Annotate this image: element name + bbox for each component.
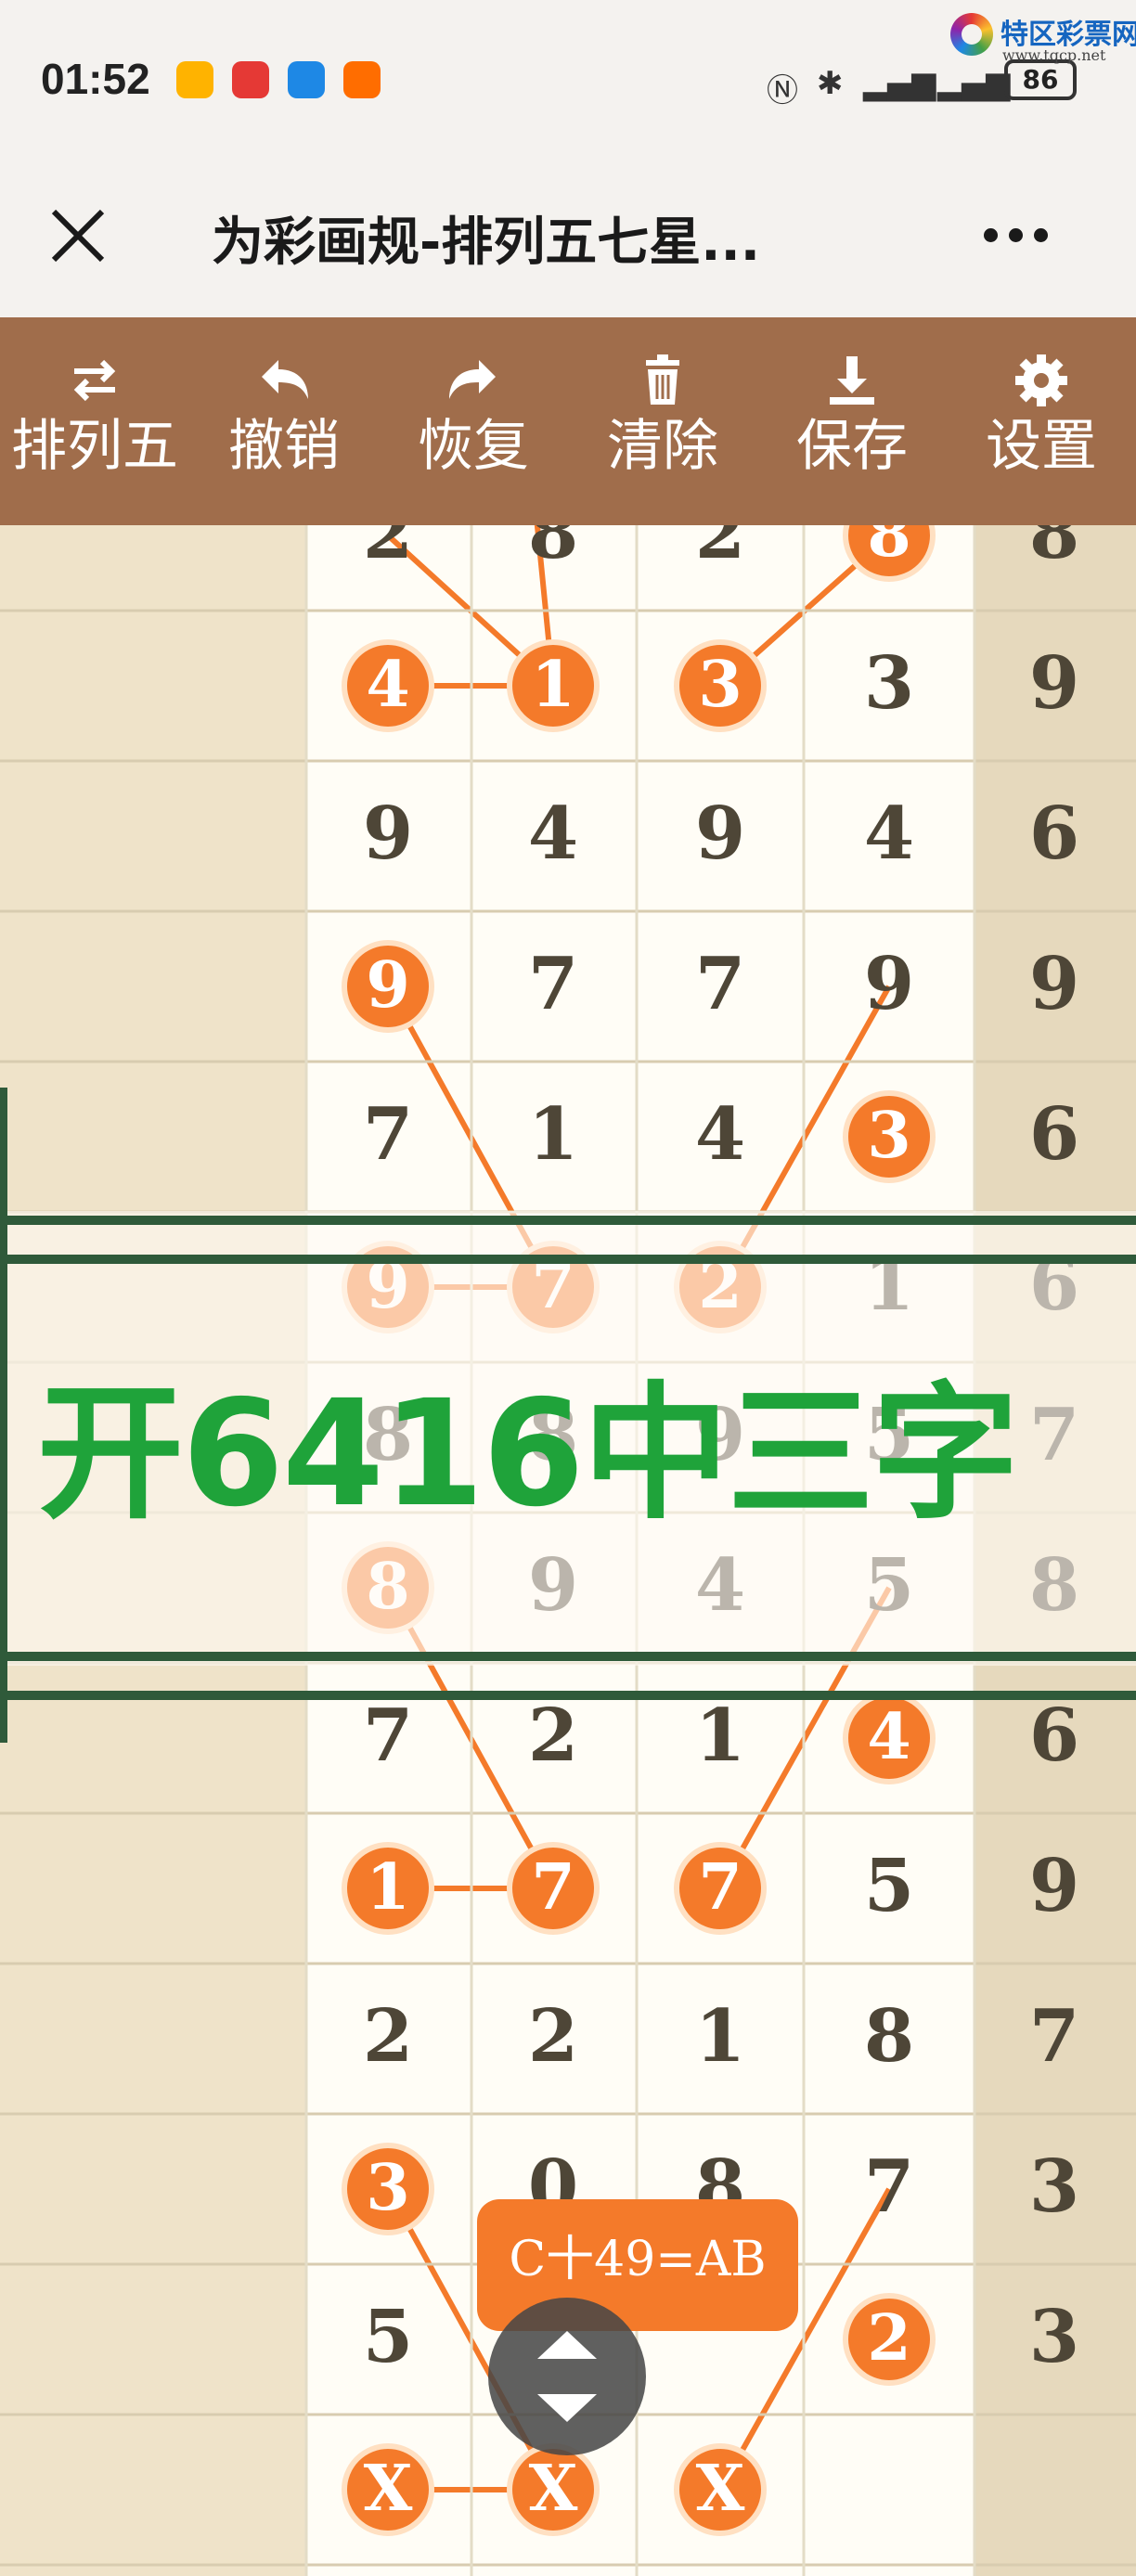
digit-cell[interactable]: 4: [488, 792, 618, 876]
digit-cell[interactable]: 8: [488, 525, 618, 575]
redo-button[interactable]: 恢复: [379, 317, 568, 525]
digit-cell[interactable]: 7: [323, 1092, 453, 1177]
digit-cell[interactable]: 2: [488, 1694, 618, 1778]
red-app-icon: [232, 61, 269, 98]
download-icon: [830, 356, 874, 405]
clear-button[interactable]: 清除: [568, 317, 757, 525]
lottery-type-label: 排列五: [11, 414, 178, 479]
circled-digit[interactable]: 1: [507, 639, 600, 732]
nfc-icon: Ⓝ: [767, 72, 798, 109]
digit-cell[interactable]: 6: [989, 1092, 1119, 1177]
band-line-bottom: [0, 1652, 1136, 1661]
title-bar: 为彩画规-排列五七星...: [0, 167, 1136, 317]
save-button[interactable]: 保存: [757, 317, 947, 525]
digit-cell[interactable]: 3: [989, 2295, 1119, 2379]
close-icon[interactable]: [45, 202, 111, 269]
digit-cell[interactable]: 3: [824, 641, 954, 726]
band-line-bottom-2: [0, 1691, 1136, 1700]
taobao-icon: [343, 61, 381, 98]
battery-indicator: 86: [1004, 59, 1077, 100]
digit-cell[interactable]: 2: [323, 1994, 453, 2079]
lottery-type-button[interactable]: 排列五: [0, 317, 189, 525]
digit-cell[interactable]: 1: [488, 1092, 618, 1177]
circled-digit[interactable]: 1: [342, 1842, 434, 1935]
digit-cell[interactable]: 8: [989, 525, 1119, 575]
digit-cell[interactable]: 9: [655, 792, 785, 876]
digit-cell[interactable]: 2: [655, 525, 785, 575]
gear-icon: [1015, 354, 1067, 406]
band-line-left: [0, 1088, 7, 1743]
circled-digit[interactable]: X: [342, 2443, 434, 2536]
signal-icon: ▂▄▆: [863, 65, 936, 102]
up-down-arrows-icon: [537, 2331, 597, 2422]
digit-cell[interactable]: 6: [989, 1694, 1119, 1778]
digit-cell[interactable]: 1: [655, 1694, 785, 1778]
digit-cell[interactable]: 7: [824, 2145, 954, 2229]
prediction-text: 开6416中三字: [37, 1369, 1019, 1539]
watermark-logo-icon: [950, 13, 993, 56]
circled-digit[interactable]: X: [507, 2443, 600, 2536]
digit-cell[interactable]: 2: [323, 525, 453, 575]
digit-cell[interactable]: 9: [989, 1844, 1119, 1928]
band-line-top-2: [0, 1255, 1136, 1264]
circled-digit[interactable]: 4: [342, 639, 434, 732]
weibo-icon: [176, 61, 213, 98]
watermark-url: www.tqcp.net: [1002, 46, 1106, 64]
circled-digit[interactable]: 2: [843, 2293, 936, 2386]
digit-cell[interactable]: 9: [824, 942, 954, 1026]
signal-2-icon: ▂▄▆: [937, 65, 1011, 102]
settings-button[interactable]: 设置: [947, 317, 1136, 525]
circled-digit[interactable]: 3: [342, 2143, 434, 2235]
digit-cell[interactable]: 9: [989, 942, 1119, 1026]
redo-icon: [449, 360, 496, 399]
digit-cell[interactable]: 5: [323, 2295, 453, 2379]
digit-cell[interactable]: 3: [989, 2145, 1119, 2229]
settings-label: 设置: [986, 414, 1097, 479]
digit-cell[interactable]: 9: [989, 641, 1119, 726]
undo-icon: [262, 360, 308, 399]
digit-cell[interactable]: 6: [989, 792, 1119, 876]
digit-cell[interactable]: 4: [655, 1092, 785, 1177]
circled-digit[interactable]: 7: [507, 1842, 600, 1935]
undo-button[interactable]: 撤销: [189, 317, 379, 525]
cloud-icon: [288, 61, 325, 98]
digit-cell[interactable]: 7: [323, 1694, 453, 1778]
page-title: 为彩画规-排列五七星...: [212, 213, 761, 273]
more-options-icon[interactable]: [984, 228, 1067, 251]
digit-cell[interactable]: 7: [989, 1994, 1119, 2079]
status-time: 01:52: [41, 55, 150, 103]
digit-cell[interactable]: 7: [488, 942, 618, 1026]
scroll-handle[interactable]: [488, 2298, 646, 2455]
undo-label: 撤销: [228, 414, 340, 479]
status-bar: 01:52 Ⓝ ✱ ▂▄▆ ▂▄▆ 86 特区彩票网 www.tqcp.net: [0, 0, 1136, 167]
digit-cell[interactable]: 7: [655, 942, 785, 1026]
digit-cell[interactable]: 9: [323, 792, 453, 876]
digit-cell[interactable]: 2: [488, 1994, 618, 2079]
circled-digit[interactable]: 3: [843, 1090, 936, 1183]
digit-cell[interactable]: 4: [824, 792, 954, 876]
toolbar: 排列五 撤销 恢复 清除 保存 设置: [0, 317, 1136, 525]
digit-cell[interactable]: 5: [824, 1844, 954, 1928]
digit-cell[interactable]: 8: [824, 1994, 954, 2079]
circled-digit[interactable]: 4: [843, 1692, 936, 1784]
clear-label: 清除: [607, 414, 718, 479]
band-line-top: [0, 1216, 1136, 1225]
watermark: 特区彩票网 www.tqcp.net: [950, 9, 1136, 65]
circled-digit[interactable]: 9: [342, 940, 434, 1033]
swap-icon: [73, 359, 116, 402]
bluetooth-icon: ✱: [817, 65, 844, 102]
circled-digit[interactable]: 3: [674, 639, 767, 732]
circled-digit[interactable]: X: [674, 2443, 767, 2536]
redo-label: 恢复: [418, 414, 529, 479]
circled-digit[interactable]: 7: [674, 1842, 767, 1935]
save-label: 保存: [796, 414, 908, 479]
trash-icon: [646, 354, 679, 405]
digit-cell[interactable]: 1: [655, 1994, 785, 2079]
